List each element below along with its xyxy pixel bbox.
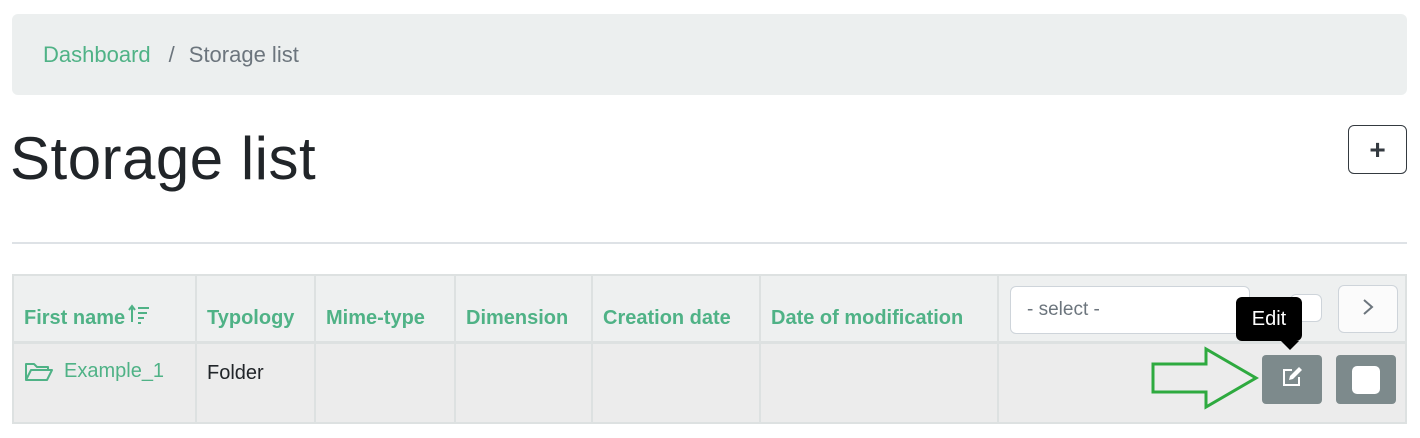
sort-ascending-icon[interactable] (128, 304, 150, 330)
arrow-right-icon (1150, 346, 1260, 415)
breadcrumb: Dashboard / Storage list (12, 14, 1407, 95)
add-button[interactable]: + (1348, 125, 1407, 174)
row-typology: Folder (207, 362, 264, 384)
filter-select[interactable]: - select - (1010, 286, 1250, 334)
edit-button[interactable] (1262, 355, 1322, 404)
row-select-checkbox[interactable] (1336, 355, 1396, 404)
column-header-first-name[interactable]: First name (24, 276, 150, 344)
row-first-name: Example_1 (64, 360, 165, 382)
column-header-label: First name (24, 307, 126, 329)
column-separator (997, 276, 999, 422)
column-separator (314, 276, 316, 422)
column-header-mime-type[interactable]: Mime-type (326, 276, 425, 344)
filter-select-value: - select - (1027, 299, 1100, 320)
column-header-date-of-modification[interactable]: Date of modification (771, 276, 963, 344)
divider (12, 242, 1407, 244)
edit-icon (1280, 366, 1304, 393)
column-separator (591, 276, 593, 422)
folder-open-icon (24, 361, 54, 383)
column-separator (454, 276, 456, 422)
row-first-name-link[interactable]: Example_1 (24, 360, 164, 383)
breadcrumb-current: Storage list (188, 41, 299, 67)
column-header-creation-date[interactable]: Creation date (603, 276, 731, 344)
column-header-dimension[interactable]: Dimension (466, 276, 568, 344)
tooltip-arrow (1281, 341, 1299, 350)
checkbox-box (1352, 365, 1380, 394)
breadcrumb-separator: / (168, 41, 175, 67)
next-page-button[interactable] (1338, 285, 1398, 333)
page-title: Storage list (10, 125, 317, 192)
edit-tooltip: Edit (1236, 297, 1302, 341)
column-header-typology[interactable]: Typology (207, 276, 294, 344)
column-separator (195, 276, 197, 422)
breadcrumb-dashboard-link[interactable]: Dashboard (43, 42, 151, 68)
column-separator (759, 276, 761, 422)
chevron-right-icon (1361, 297, 1375, 322)
